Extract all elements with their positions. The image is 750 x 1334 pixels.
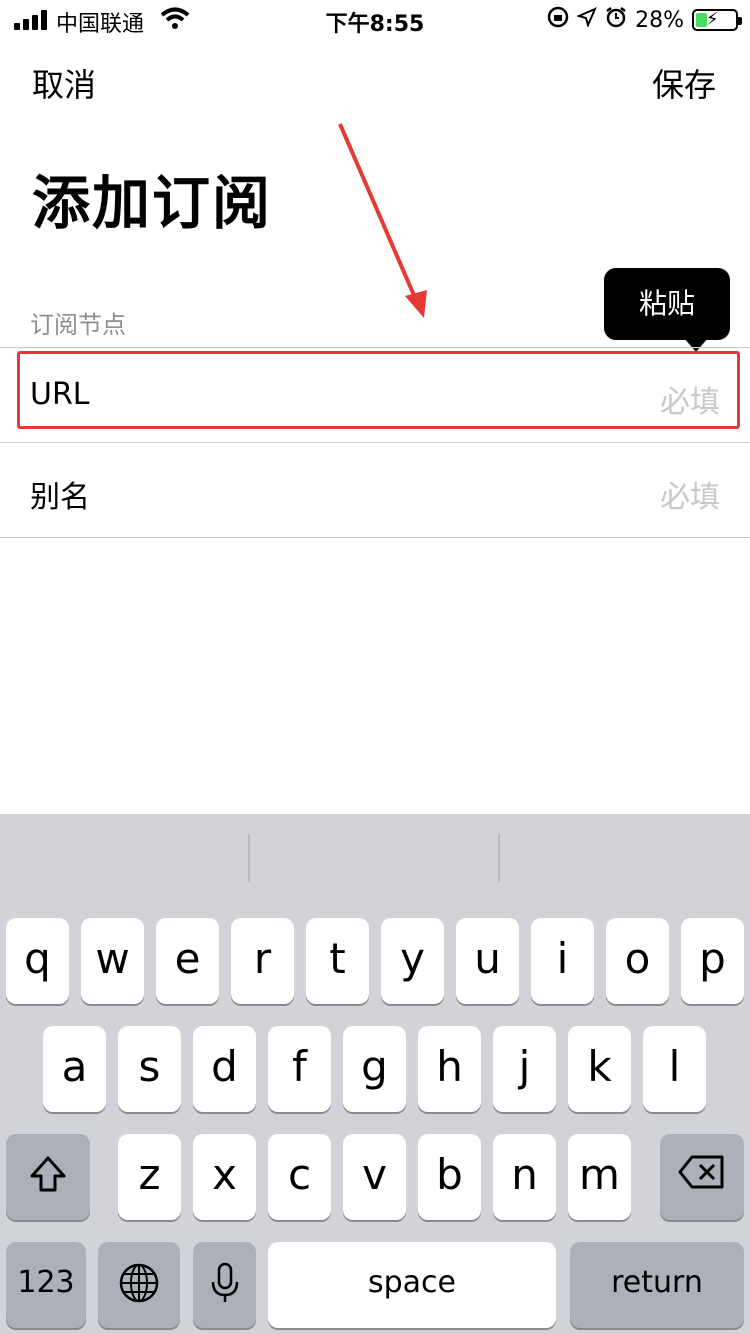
backspace-icon: [678, 1155, 724, 1189]
section-label: 订阅节点: [30, 311, 126, 339]
key-n[interactable]: n: [493, 1134, 556, 1220]
annotation-highlight-box: [17, 351, 740, 429]
key-b[interactable]: b: [418, 1134, 481, 1220]
globe-icon: [119, 1263, 159, 1303]
key-p[interactable]: p: [681, 918, 744, 1004]
key-w[interactable]: w: [81, 918, 144, 1004]
key-z[interactable]: z: [118, 1134, 181, 1220]
microphone-icon: [211, 1262, 238, 1302]
key-g[interactable]: g: [343, 1026, 406, 1112]
suggestion-divider: [248, 834, 250, 882]
key-x[interactable]: x: [193, 1134, 256, 1220]
space-key[interactable]: space: [268, 1242, 556, 1328]
paste-button[interactable]: 粘贴: [604, 268, 730, 340]
alias-row[interactable]: 别名 必填: [0, 442, 750, 537]
return-key[interactable]: return: [570, 1242, 744, 1328]
shift-icon: [30, 1156, 66, 1192]
alias-label: 别名: [30, 480, 90, 515]
key-j[interactable]: j: [493, 1026, 556, 1112]
key-l[interactable]: l: [643, 1026, 706, 1112]
key-f[interactable]: f: [268, 1026, 331, 1112]
key-c[interactable]: c: [268, 1134, 331, 1220]
key-u[interactable]: u: [456, 918, 519, 1004]
alias-input[interactable]: 必填: [660, 472, 720, 516]
suggestion-divider: [498, 834, 500, 882]
key-t[interactable]: t: [306, 918, 369, 1004]
annotation-arrow: [338, 123, 427, 318]
key-k[interactable]: k: [568, 1026, 631, 1112]
keyboard: q w e r t y u i o p a s d f g h j k l z …: [0, 814, 750, 1334]
key-s[interactable]: s: [118, 1026, 181, 1112]
key-d[interactable]: d: [193, 1026, 256, 1112]
key-q[interactable]: q: [6, 918, 69, 1004]
key-h[interactable]: h: [418, 1026, 481, 1112]
key-a[interactable]: a: [43, 1026, 106, 1112]
numbers-key[interactable]: 123: [6, 1242, 86, 1328]
key-m[interactable]: m: [568, 1134, 631, 1220]
backspace-key[interactable]: [660, 1134, 744, 1220]
microphone-key[interactable]: [193, 1242, 256, 1328]
key-e[interactable]: e: [156, 918, 219, 1004]
shift-key[interactable]: [6, 1134, 90, 1220]
key-v[interactable]: v: [343, 1134, 406, 1220]
key-r[interactable]: r: [231, 918, 294, 1004]
key-i[interactable]: i: [531, 918, 594, 1004]
divider: [0, 537, 750, 538]
key-y[interactable]: y: [381, 918, 444, 1004]
globe-key[interactable]: [98, 1242, 180, 1328]
key-o[interactable]: o: [606, 918, 669, 1004]
